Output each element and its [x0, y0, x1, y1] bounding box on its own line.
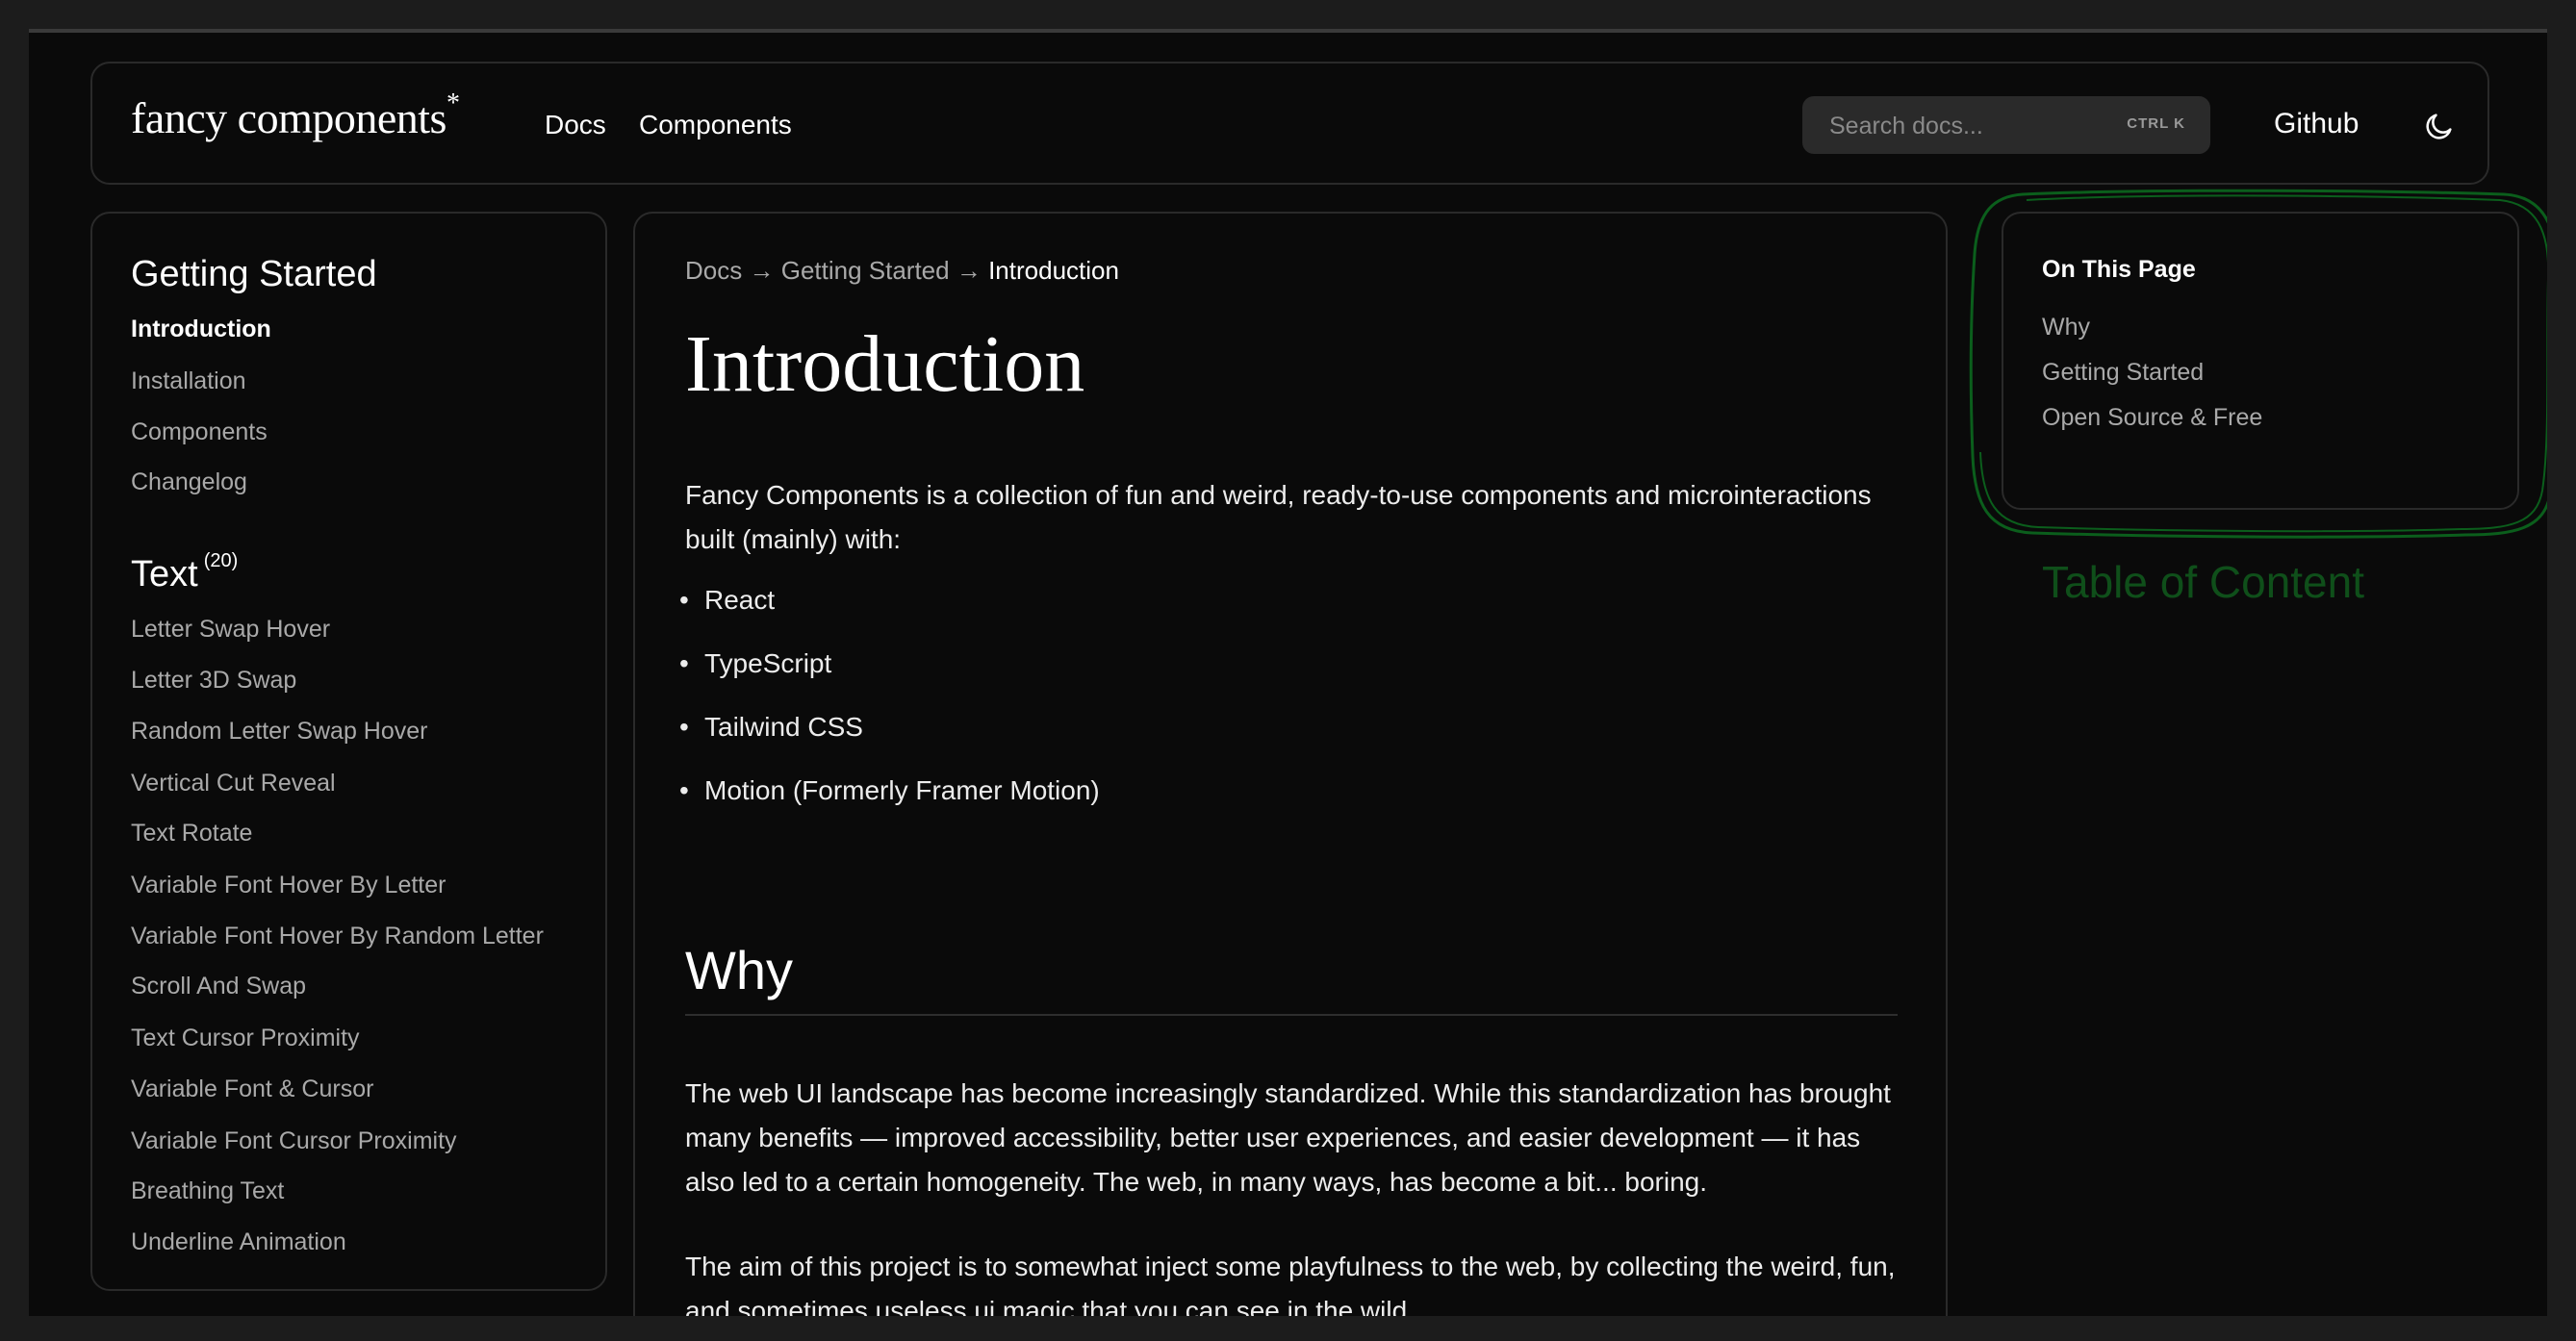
list-item: React [679, 585, 1100, 648]
sidebar-item-installation[interactable]: Installation [131, 367, 246, 395]
toc-item-open-source-free[interactable]: Open Source & Free [2042, 404, 2262, 432]
main-content: Docs → Getting Started → Introduction In… [633, 212, 1948, 1316]
toc-item-why[interactable]: Why [2042, 314, 2090, 342]
moon-icon[interactable] [2423, 110, 2456, 142]
list-item: Motion (Formerly Framer Motion) [679, 775, 1100, 839]
sidebar-item-variable-font-hover-by-random-letter[interactable]: Variable Font Hover By Random Letter [131, 923, 544, 950]
page-title: Introduction [685, 319, 1085, 409]
tech-list: React TypeScript Tailwind CSS Motion (Fo… [679, 585, 1100, 839]
nav-components-link[interactable]: Components [639, 110, 792, 140]
why-paragraph-2: The aim of this project is to somewhat i… [685, 1252, 1896, 1316]
why-paragraph-1: The web UI landscape has become increasi… [685, 1078, 1891, 1197]
sidebar-item-components[interactable]: Components [131, 418, 268, 446]
docs-sidebar: Getting Started Introduction Installatio… [90, 212, 607, 1291]
sidebar-item-breathing-text[interactable]: Breathing Text [131, 1177, 284, 1205]
list-item: Tailwind CSS [679, 712, 1100, 775]
breadcrumb-separator: → [956, 256, 982, 285]
sidebar-heading-getting-started: Getting Started [131, 254, 377, 294]
sidebar-item-scroll-and-swap[interactable]: Scroll And Swap [131, 973, 306, 1000]
app-window: fancy components* Docs Components CTRL K… [29, 29, 2547, 1316]
sidebar-item-text-rotate[interactable]: Text Rotate [131, 820, 252, 848]
section-divider [685, 1014, 1898, 1016]
breadcrumb: Docs → Getting Started → Introduction [685, 256, 1119, 286]
sidebar-item-letter-3d-swap[interactable]: Letter 3D Swap [131, 667, 296, 695]
toc-title: On This Page [2042, 256, 2196, 283]
sidebar-item-text-cursor-proximity[interactable]: Text Cursor Proximity [131, 1025, 360, 1052]
site-logo[interactable]: fancy components* [131, 89, 460, 143]
sidebar-item-random-letter-swap-hover[interactable]: Random Letter Swap Hover [131, 718, 427, 746]
intro-paragraph: Fancy Components is a collection of fun … [685, 480, 1872, 554]
breadcrumb-docs[interactable]: Docs [685, 256, 742, 285]
breadcrumb-getting-started[interactable]: Getting Started [781, 256, 950, 285]
nav-docs-link[interactable]: Docs [545, 110, 606, 140]
sidebar-heading-text: Text (20) [131, 550, 239, 595]
list-item: TypeScript [679, 648, 1100, 712]
sidebar-item-changelog[interactable]: Changelog [131, 468, 247, 496]
sidebar-item-variable-font-hover-by-letter[interactable]: Variable Font Hover By Letter [131, 872, 446, 899]
table-of-contents: On This Page Why Getting Started Open So… [2002, 212, 2519, 510]
github-link[interactable]: Github [2274, 108, 2359, 140]
breadcrumb-separator: → [749, 256, 775, 285]
search-input[interactable] [1827, 96, 2120, 156]
sidebar-item-underline-animation[interactable]: Underline Animation [131, 1228, 346, 1256]
toc-annotation-label: Table of Content [2042, 557, 2365, 607]
search-shortcut-hint: CTRL K [2127, 115, 2185, 132]
sidebar-item-introduction[interactable]: Introduction [131, 316, 271, 343]
why-heading: Why [685, 940, 793, 1000]
text-count-badge: (20) [203, 550, 239, 572]
toc-item-getting-started[interactable]: Getting Started [2042, 359, 2204, 387]
top-navbar: fancy components* Docs Components CTRL K… [90, 62, 2489, 185]
sidebar-item-variable-font-cursor-proximity[interactable]: Variable Font Cursor Proximity [131, 1127, 457, 1155]
search-box[interactable]: CTRL K [1802, 96, 2210, 156]
sidebar-item-variable-font-cursor[interactable]: Variable Font & Cursor [131, 1075, 373, 1103]
breadcrumb-current: Introduction [988, 256, 1119, 285]
sidebar-item-letter-swap-hover[interactable]: Letter Swap Hover [131, 616, 330, 644]
sidebar-item-vertical-cut-reveal[interactable]: Vertical Cut Reveal [131, 770, 336, 797]
